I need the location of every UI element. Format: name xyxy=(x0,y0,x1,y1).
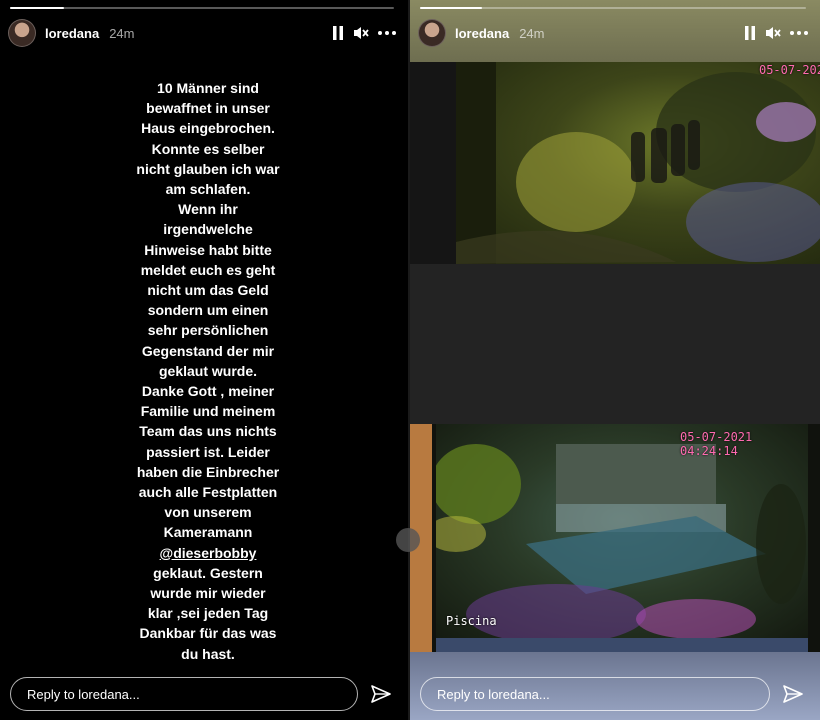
story-background xyxy=(410,264,820,424)
story-panel-left[interactable]: loredana 24m 10 Männer sind bewaffnet in … xyxy=(0,0,408,720)
username[interactable]: loredana xyxy=(455,26,509,41)
camera-frame-edge xyxy=(410,62,456,264)
camera-timestamp: 05-07-2021 04:24:14 xyxy=(680,430,753,458)
cctv-image-garden: 05-07-202 xyxy=(456,62,820,264)
story-text-line: Wenn ihr xyxy=(178,201,238,218)
story-header: loredana 24m xyxy=(8,18,396,48)
story-text-line: am schlafen. xyxy=(165,181,251,198)
story-text-line: meldet euch es geht xyxy=(140,261,276,278)
story-text-line: geklaut. Gestern xyxy=(153,564,263,581)
more-dots-icon[interactable] xyxy=(378,31,396,35)
paper-plane-icon[interactable] xyxy=(364,677,398,711)
username[interactable]: loredana xyxy=(45,26,99,41)
story-text-line: Hinweise habt bitte xyxy=(144,241,272,258)
story-text-line: von unserem xyxy=(164,504,252,521)
story-text-line: Dankbar für das was xyxy=(139,625,277,642)
story-progress-bar xyxy=(420,7,806,9)
story-text-line: du hast. xyxy=(181,645,235,662)
story-progress-bar xyxy=(10,7,394,9)
story-text-line: sehr persönlichen xyxy=(147,322,269,339)
pause-icon[interactable] xyxy=(744,26,756,40)
story-text-line: nicht um das Geld xyxy=(147,282,269,299)
story-text: 10 Männer sind bewaffnet in unser Haus ein… xyxy=(88,78,328,664)
avatar[interactable] xyxy=(418,19,446,47)
story-text-line: Familie und meinem xyxy=(140,403,276,420)
story-text-line: 10 Männer sind xyxy=(157,80,259,96)
story-text-line: auch alle Festplatten xyxy=(138,484,278,501)
story-text-line: nicht glauben ich war xyxy=(136,160,280,177)
story-text-line: sondern um einen xyxy=(147,302,269,319)
story-text-line: Kameramann xyxy=(163,524,253,541)
story-text-line: passiert ist. Leider xyxy=(146,443,270,460)
more-dots-icon[interactable] xyxy=(790,31,808,35)
reply-bar: Reply to loredana... xyxy=(10,676,398,712)
camera-label: Piscina xyxy=(446,614,497,628)
reply-input[interactable]: Reply to loredana... xyxy=(420,677,770,711)
reply-input[interactable]: Reply to loredana... xyxy=(10,677,358,711)
story-text-line: wurde mir wieder xyxy=(150,585,266,602)
story-text-line: geklaut wurde. xyxy=(158,362,258,379)
post-time: 24m xyxy=(519,25,545,41)
post-time: 24m xyxy=(109,25,135,41)
speaker-muted-icon[interactable] xyxy=(765,26,781,40)
story-progress-fill xyxy=(420,7,482,9)
avatar[interactable] xyxy=(8,19,36,47)
story-header: loredana 24m xyxy=(418,18,808,48)
story-text-line: Gegenstand der mir xyxy=(141,342,275,359)
previous-story-arrow[interactable] xyxy=(396,528,420,552)
mention-link[interactable]: @dieserbobby xyxy=(88,543,328,563)
reply-bar: Reply to loredana... xyxy=(420,676,810,712)
story-text-line: irgendwelche xyxy=(163,221,253,238)
paper-plane-icon[interactable] xyxy=(776,677,810,711)
story-text-line: Konnte es selber xyxy=(151,140,265,157)
dvr-toolbar xyxy=(436,638,808,652)
camera-timestamp: 05-07-202 xyxy=(758,63,820,77)
story-text-line: klar ,sei jeden Tag xyxy=(147,605,269,622)
story-text-line: Team das uns nichts xyxy=(139,423,277,440)
story-panel-right[interactable]: 05-07-202 05-07-2021 04:24:14 Piscina lo… xyxy=(410,0,820,720)
cctv-image-pool: 05-07-2021 04:24:14 Piscina xyxy=(432,424,820,652)
story-text-line: haben die Einbrecher xyxy=(136,463,280,480)
story-text-line: Danke Gott , meiner xyxy=(141,383,275,400)
pause-icon[interactable] xyxy=(332,26,344,40)
speaker-muted-icon[interactable] xyxy=(353,26,369,40)
story-progress-fill xyxy=(10,7,64,9)
story-text-line: Haus eingebrochen. xyxy=(141,120,275,137)
story-text-line: bewaffnet in unser xyxy=(146,100,270,117)
